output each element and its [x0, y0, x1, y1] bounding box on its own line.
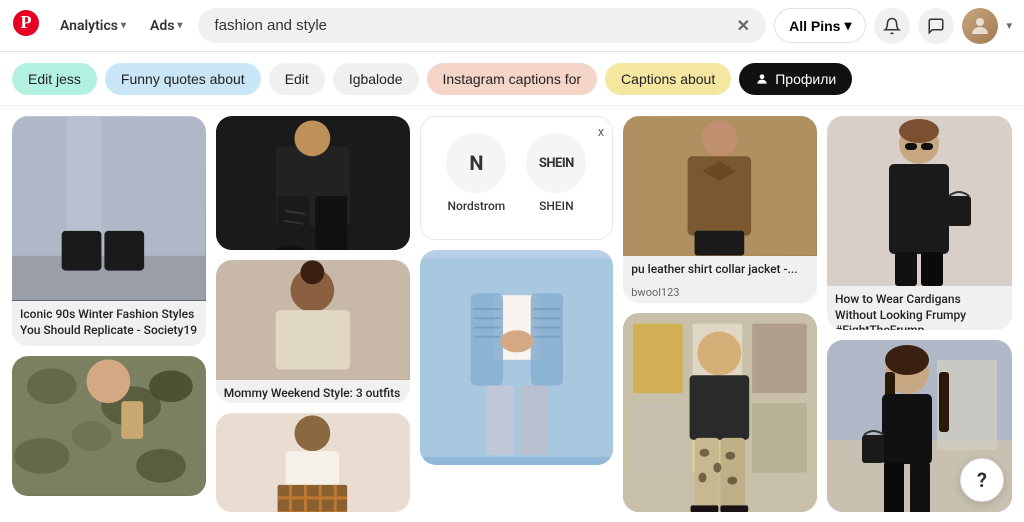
help-button[interactable]: ? — [960, 458, 1004, 502]
pins-column-0: Iconic 90s Winter Fashion Styles You Sho… — [12, 116, 206, 512]
pin-meta-brown: bwool123 — [623, 286, 817, 304]
pins-column-1: Mommy Weekend Style: 3 outfits you need … — [216, 116, 410, 512]
chip-edit[interactable]: Edit — [269, 63, 325, 95]
nordstrom-logo: N — [446, 133, 506, 193]
pin-card-brown-jacket[interactable]: pu leather shirt collar jacket -... bwoo… — [623, 116, 817, 303]
header: P Analytics ▾ Ads ▾ ✕ All Pins ▾ ▾ — [0, 0, 1024, 52]
search-input[interactable] — [214, 17, 728, 34]
nordstrom-name: Nordstrom — [448, 199, 506, 213]
pin-card-dark-fashion[interactable] — [216, 116, 410, 250]
main-content: Iconic 90s Winter Fashion Styles You Sho… — [0, 106, 1024, 522]
pin-card-legs-fashion[interactable]: Iconic 90s Winter Fashion Styles You Sho… — [12, 116, 206, 346]
pin-caption-cardigan: How to Wear Cardigans Without Looking Fr… — [827, 286, 1012, 330]
pin-caption-brown: pu leather shirt collar jacket -... — [623, 256, 817, 286]
pin-card-camo[interactable] — [12, 356, 206, 496]
messages-button[interactable] — [918, 8, 954, 44]
pin-caption-legs: Iconic 90s Winter Fashion Styles You Sho… — [12, 301, 206, 346]
pin-caption-mommy: Mommy Weekend Style: 3 outfits you need … — [216, 380, 410, 403]
chip-edit-jess[interactable]: Edit jess — [12, 63, 97, 95]
shein-logo-item[interactable]: SHEIN SHEIN — [526, 133, 586, 213]
search-bar: ✕ — [198, 8, 766, 43]
ads-nav[interactable]: Ads ▾ — [142, 12, 190, 40]
pin-card-cardigan-howto[interactable]: How to Wear Cardigans Without Looking Fr… — [827, 116, 1012, 330]
chip-captions-about[interactable]: Captions about — [605, 63, 731, 95]
nordstrom-logo-item[interactable]: N Nordstrom — [446, 133, 506, 213]
notifications-button[interactable] — [874, 8, 910, 44]
chip-instagram-captions[interactable]: Instagram captions for — [427, 63, 598, 95]
all-pins-dropdown[interactable]: All Pins ▾ — [774, 8, 866, 43]
pins-column-2: x N Nordstrom SHEIN SHEIN — [420, 116, 614, 512]
pins-column-4: How to Wear Cardigans Without Looking Fr… — [827, 116, 1012, 512]
pin-card-leopard[interactable] — [623, 313, 817, 512]
analytics-arrow: ▾ — [121, 20, 126, 31]
pin-card-blue-knit[interactable] — [420, 250, 614, 465]
header-icons: ▾ — [874, 8, 1012, 44]
shein-name: SHEIN — [539, 199, 573, 213]
analytics-nav[interactable]: Analytics ▾ — [52, 12, 134, 40]
search-clear-icon[interactable]: ✕ — [737, 16, 750, 35]
pinterest-logo[interactable]: P — [12, 9, 40, 43]
brand-logos: N Nordstrom SHEIN SHEIN — [446, 133, 586, 213]
shein-logo: SHEIN — [526, 133, 586, 193]
chip-funny-quotes[interactable]: Funny quotes about — [105, 63, 261, 95]
avatar-chevron[interactable]: ▾ — [1006, 19, 1012, 32]
pin-card-mommy-weekend[interactable]: Mommy Weekend Style: 3 outfits you need … — [216, 260, 410, 403]
svg-text:P: P — [21, 12, 32, 32]
filter-chips-row: Edit jess Funny quotes about Edit Igbalo… — [0, 52, 1024, 106]
brand-close-button[interactable]: x — [598, 125, 604, 140]
chip-igbalode[interactable]: Igbalode — [333, 63, 419, 95]
chip-profile[interactable]: Профили — [739, 63, 852, 95]
user-avatar[interactable] — [962, 8, 998, 44]
brand-card: x N Nordstrom SHEIN SHEIN — [420, 116, 614, 240]
all-pins-arrow: ▾ — [844, 17, 851, 34]
pin-card-plaid[interactable] — [216, 413, 410, 512]
ads-arrow: ▾ — [177, 20, 182, 31]
pins-column-3: pu leather shirt collar jacket -... bwoo… — [623, 116, 817, 512]
